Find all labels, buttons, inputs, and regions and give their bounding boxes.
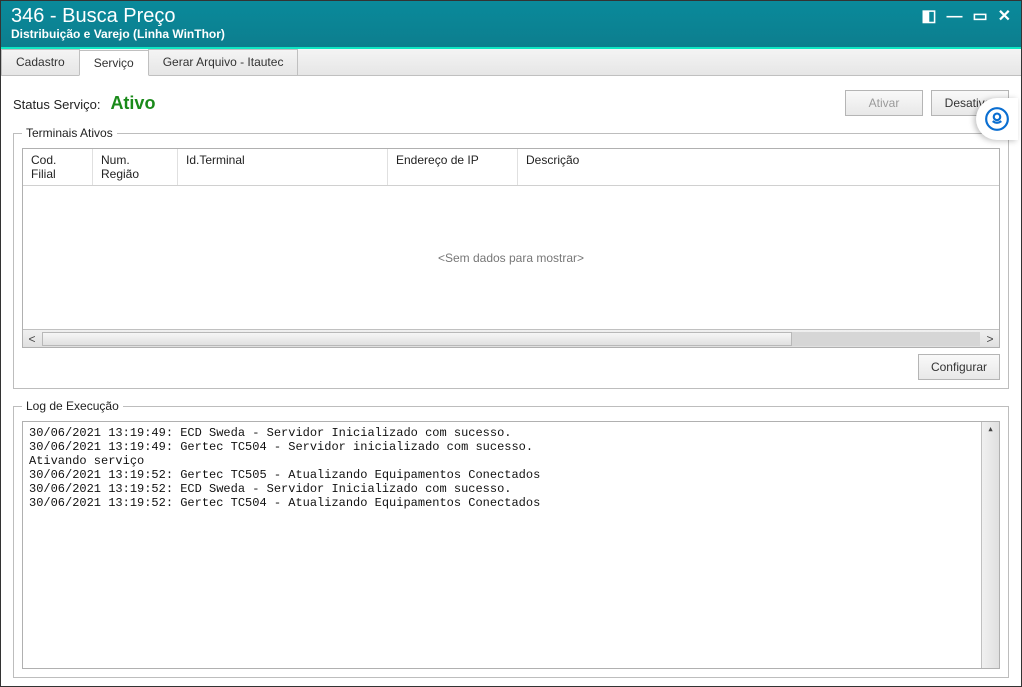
log-textarea[interactable]: 30/06/2021 13:19:49: ECD Sweda - Servido… — [22, 421, 1000, 669]
tab-bar: Cadastro Serviço Gerar Arquivo - Itautec — [1, 49, 1021, 76]
col-endereco-ip[interactable]: Endereço de IP — [388, 149, 518, 185]
chat-icon — [984, 106, 1010, 132]
log-line: 30/06/2021 13:19:49: ECD Sweda - Servido… — [29, 426, 993, 440]
minimize-icon[interactable]: — — [946, 9, 962, 25]
scroll-up-icon[interactable]: ▴ — [987, 422, 994, 438]
status-label: Status Serviço: — [13, 97, 100, 112]
window-title: 346 - Busca Preço — [11, 5, 225, 27]
grid-empty-message: <Sem dados para mostrar> — [23, 186, 999, 329]
app-icon[interactable]: ◧ — [921, 9, 936, 25]
status-value: Ativo — [110, 93, 155, 114]
log-line: 30/06/2021 13:19:52: ECD Sweda - Servido… — [29, 482, 993, 496]
ativar-button[interactable]: Ativar — [845, 90, 923, 116]
col-id-terminal[interactable]: Id.Terminal — [178, 149, 388, 185]
grid-h-scrollbar[interactable]: < > — [23, 329, 999, 347]
log-line: 30/06/2021 13:19:49: Gertec TC504 - Serv… — [29, 440, 993, 454]
maximize-icon[interactable]: ▭ — [972, 9, 987, 25]
log-line: Ativando serviço — [29, 454, 993, 468]
col-num-regiao[interactable]: Num. Região — [93, 149, 178, 185]
tab-servico[interactable]: Serviço — [79, 50, 149, 76]
window-subtitle: Distribuição e Varejo (Linha WinThor) — [11, 27, 225, 41]
log-v-scrollbar[interactable]: ▴ — [981, 422, 999, 668]
configurar-button[interactable]: Configurar — [918, 354, 1000, 380]
log-legend: Log de Execução — [22, 399, 123, 413]
log-line: 30/06/2021 13:19:52: Gertec TC504 - Atua… — [29, 496, 993, 510]
col-cod-filial[interactable]: Cod. Filial — [23, 149, 93, 185]
terminais-ativos-group: Terminais Ativos Cod. Filial Num. Região… — [13, 126, 1009, 389]
tab-cadastro[interactable]: Cadastro — [1, 49, 80, 75]
scroll-left-icon[interactable]: < — [23, 332, 41, 346]
terminais-legend: Terminais Ativos — [22, 126, 117, 140]
log-group: Log de Execução 30/06/2021 13:19:49: ECD… — [13, 399, 1009, 678]
scroll-right-icon[interactable]: > — [981, 332, 999, 346]
titlebar: 346 - Busca Preço Distribuição e Varejo … — [1, 1, 1021, 47]
scroll-thumb[interactable] — [42, 332, 792, 346]
terminais-grid[interactable]: Cod. Filial Num. Região Id.Terminal Ende… — [22, 148, 1000, 348]
close-icon[interactable]: ✕ — [998, 9, 1011, 25]
tab-gerar-arquivo[interactable]: Gerar Arquivo - Itautec — [148, 49, 299, 75]
col-descricao[interactable]: Descrição — [518, 149, 999, 185]
log-line: 30/06/2021 13:19:52: Gertec TC505 - Atua… — [29, 468, 993, 482]
help-chat-bubble[interactable] — [976, 98, 1018, 140]
